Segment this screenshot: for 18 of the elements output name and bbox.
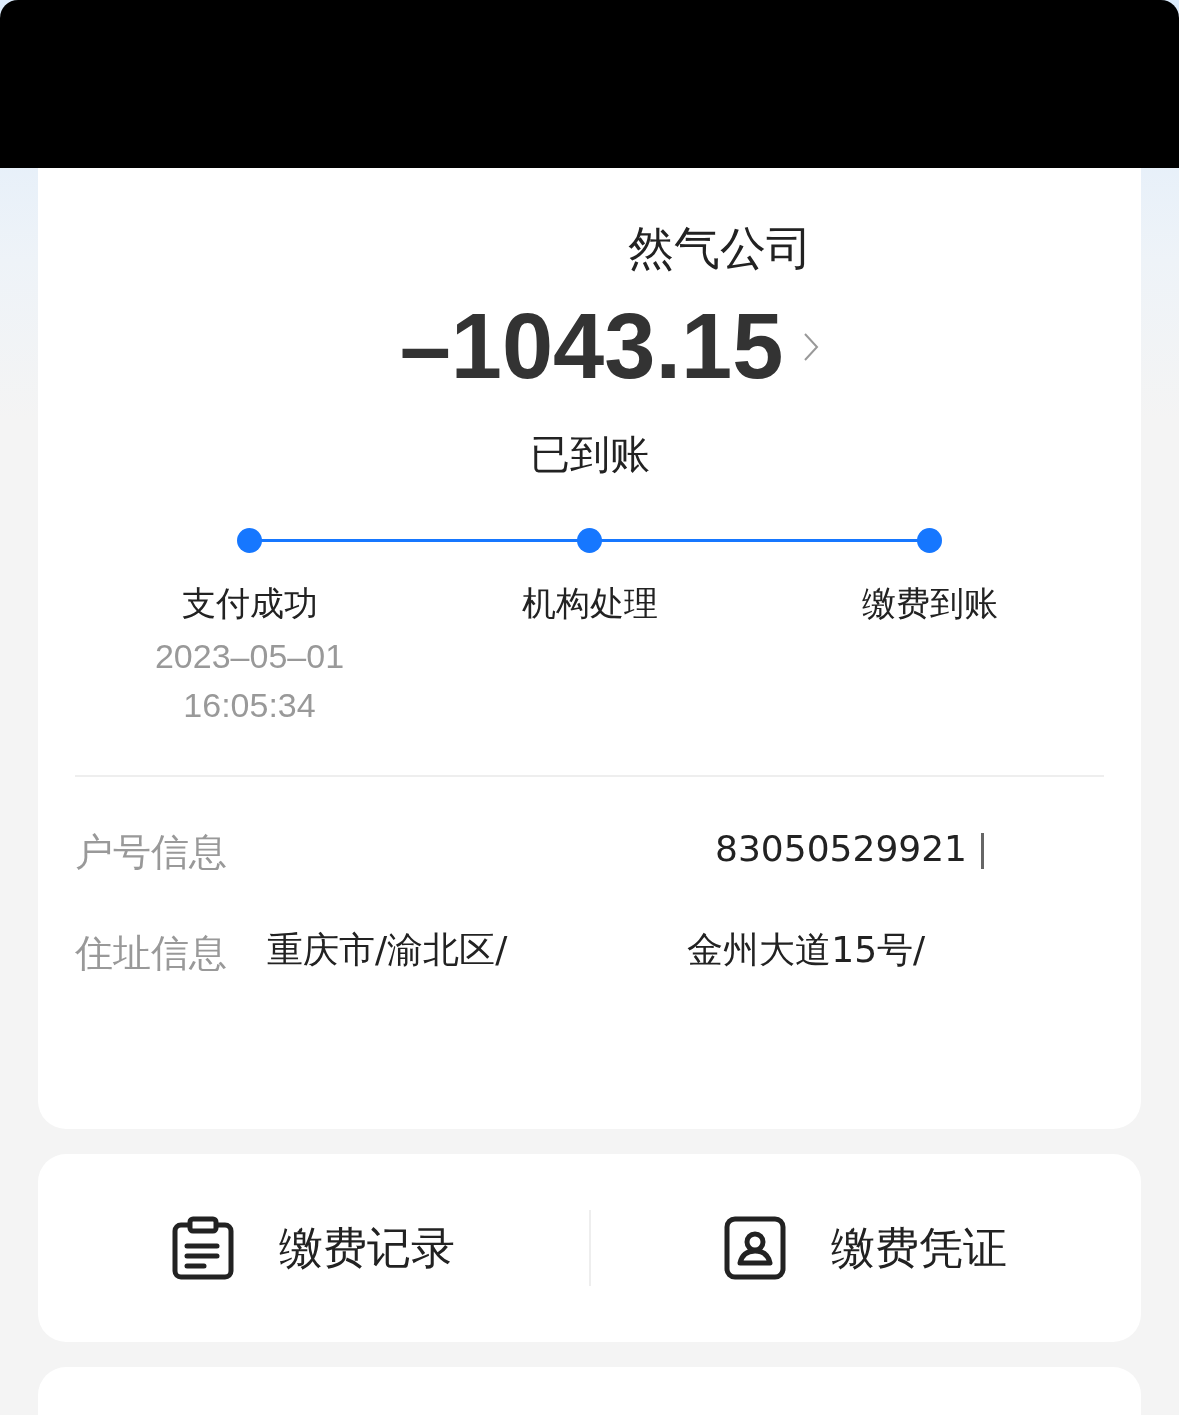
separator-bar: [981, 833, 984, 869]
step-label: 缴费到账: [861, 582, 998, 625]
clipboard-icon: [171, 1216, 234, 1280]
detail-label: 户号信息: [75, 829, 227, 876]
payment-amount: –1043.15: [399, 294, 784, 399]
portrait-icon: [724, 1216, 787, 1280]
detail-value: 83050529921: [714, 827, 967, 871]
merchant-name: 然气公司: [627, 220, 812, 277]
detail-value: 重庆市/渝北区/ 金州大道15号/: [267, 928, 927, 972]
detail-label: 住址信息: [75, 930, 227, 977]
step-label: 机构处理: [521, 582, 658, 625]
step-label: 支付成功: [181, 582, 318, 625]
action-button[interactable]: 缴费凭证: [590, 1216, 1141, 1280]
chevron-right-icon[interactable]: [803, 331, 820, 362]
step-date: 2023–05–01: [154, 637, 345, 676]
step-time: 16:05:34: [183, 686, 316, 725]
payment-status: 已到账: [529, 430, 650, 479]
action-button[interactable]: 缴费记录: [38, 1216, 589, 1280]
